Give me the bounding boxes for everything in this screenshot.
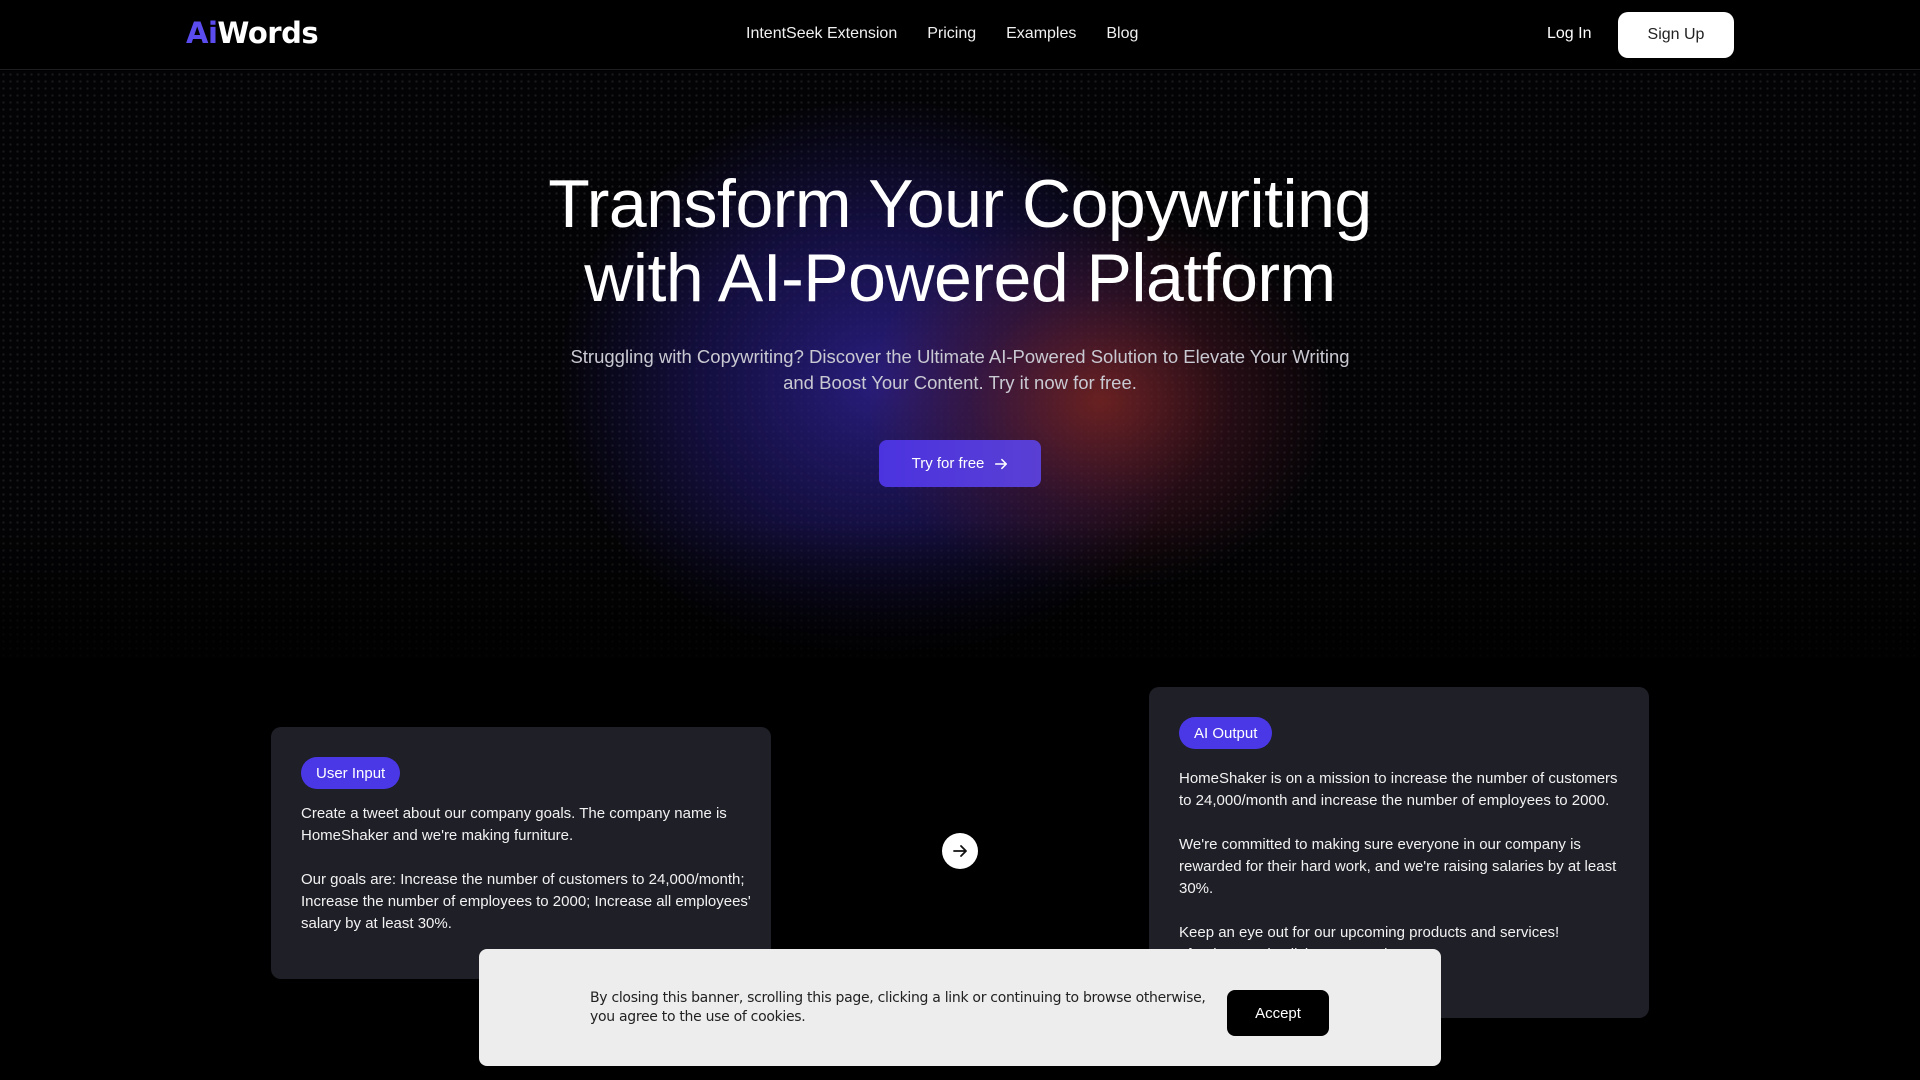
nav-link-intentseek-extension[interactable]: IntentSeek Extension	[746, 25, 897, 43]
hero-section: Transform Your Copywriting with AI-Power…	[0, 71, 1920, 661]
user-input-badge: User Input	[301, 757, 401, 789]
try-for-free-button[interactable]: Try for free	[879, 440, 1041, 487]
cookie-banner: By closing this banner, scrolling this p…	[479, 949, 1441, 1066]
ai-output-paragraph: We're committed to making sure everyone …	[1179, 836, 1617, 897]
top-nav: AiWords IntentSeek Extension Pricing Exa…	[0, 0, 1920, 70]
user-input-paragraph: Our goals are: Increase the number of cu…	[301, 871, 751, 932]
nav-links: IntentSeek Extension Pricing Examples Bl…	[746, 25, 1138, 43]
login-link[interactable]: Log In	[1547, 25, 1591, 43]
nav-link-examples[interactable]: Examples	[1006, 25, 1076, 43]
accept-cookies-button[interactable]: Accept	[1227, 990, 1329, 1036]
hero-subhead: Struggling with Copywriting? Discover th…	[570, 346, 1350, 393]
ai-output-closing: Keep an eye out for our upcoming product…	[1179, 924, 1560, 941]
cookie-banner-text: By closing this banner, scrolling this p…	[590, 990, 1206, 1025]
ai-output-text: HomeShaker is on a mission to increase t…	[1179, 768, 1619, 966]
nav-link-pricing[interactable]: Pricing	[927, 25, 976, 43]
user-input-text: Create a tweet about our company goals. …	[301, 803, 751, 957]
ai-output-paragraph: HomeShaker is on a mission to increase t…	[1179, 770, 1618, 809]
logo-prefix: Ai	[186, 16, 218, 50]
ai-output-badge: AI Output	[1179, 717, 1273, 749]
hero-headline-line2: with AI-Powered Platform	[584, 240, 1336, 316]
logo-suffix: Words	[217, 16, 319, 50]
hero-fade	[0, 521, 1920, 661]
signup-button[interactable]: Sign Up	[1618, 12, 1734, 58]
try-for-free-label: Try for free	[911, 455, 985, 472]
next-arrow-button[interactable]	[942, 833, 978, 869]
hero-headline: Transform Your Copywriting with AI-Power…	[0, 167, 1920, 315]
hero-headline-line1: Transform Your Copywriting	[548, 166, 1372, 242]
nav-link-blog[interactable]: Blog	[1106, 25, 1138, 43]
arrow-right-icon	[995, 458, 1008, 469]
user-input-paragraph: Create a tweet about our company goals. …	[301, 805, 727, 844]
user-input-card: User Input Create a tweet about our comp…	[271, 727, 771, 979]
arrow-right-icon	[953, 845, 967, 857]
logo[interactable]: AiWords	[186, 16, 319, 50]
